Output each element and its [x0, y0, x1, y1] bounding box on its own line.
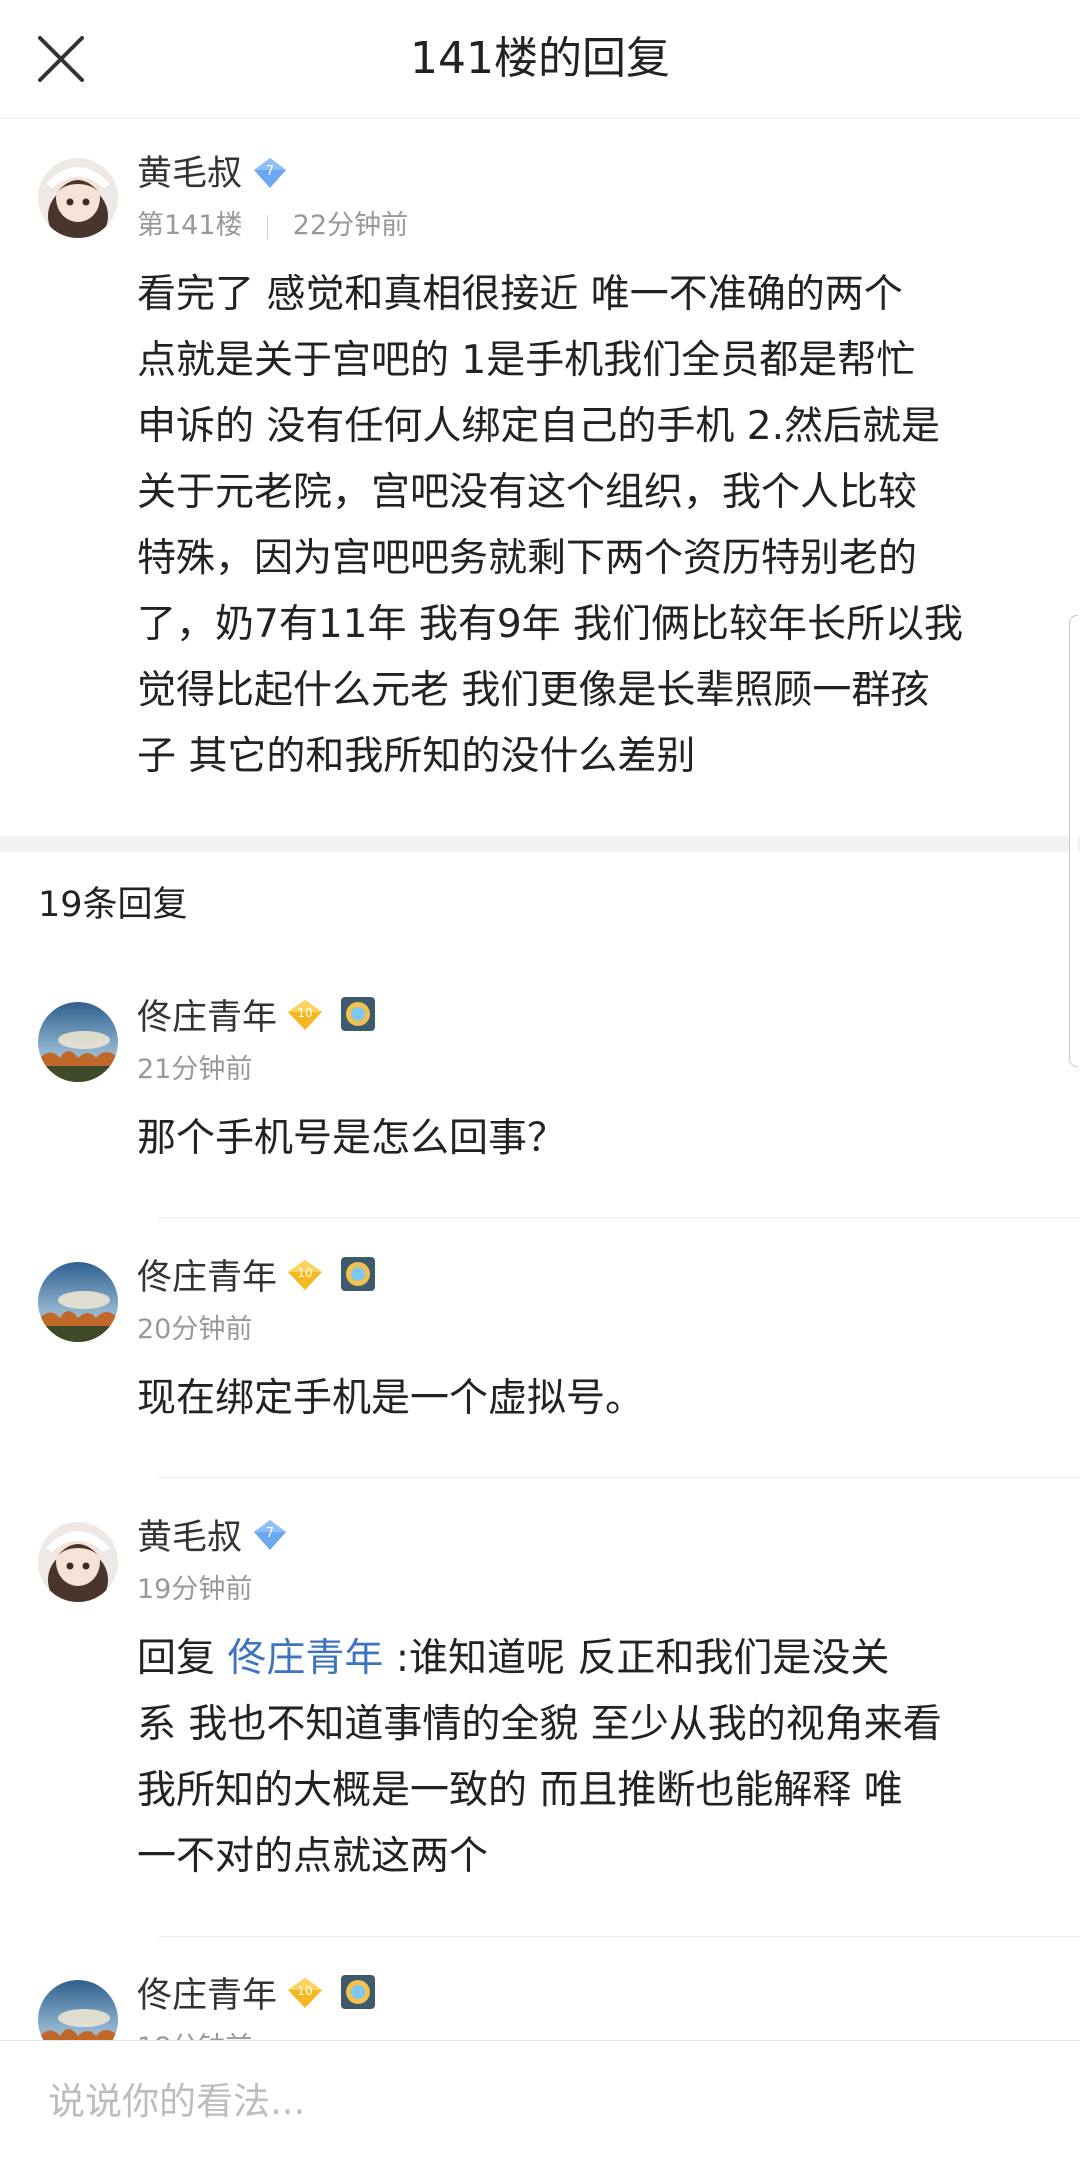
level-badge: 7 — [252, 1518, 288, 1556]
reply-separator — [158, 1217, 1080, 1218]
medal-icon — [341, 997, 375, 1031]
reply-text: 现在绑定手机是一个虚拟号。 — [137, 1376, 645, 1421]
scrollbar[interactable] — [1069, 615, 1078, 1067]
reply-time: 20分钟前 — [137, 1314, 253, 1345]
floor-number: 第141楼 — [137, 210, 243, 241]
meta-divider — [267, 214, 269, 239]
medal-badge — [340, 996, 376, 1036]
medal-icon — [341, 1257, 375, 1291]
level-badge: 7 — [252, 156, 288, 194]
avatar[interactable] — [38, 1002, 118, 1082]
medal-badge — [340, 1256, 376, 1296]
section-divider — [0, 836, 1080, 852]
diamond-level-icon: 7 — [254, 158, 286, 188]
post-line: 特殊，因为宫吧吧务就剩下两个资历特别老的 — [137, 536, 918, 581]
username[interactable]: 佟庄青年 — [137, 1256, 277, 1300]
post-line: 子 其它的和我所知的没什么差别 — [137, 734, 696, 779]
header-bar: 141楼的回复 — [0, 0, 1080, 119]
reply-text: 回复 佟庄青年 :谁知道呢 反正和我们是没关 系 我也不知道事情的全貌 至少从我… — [137, 1626, 1057, 1890]
post-line: 点就是关于宫吧的 1是手机我们全员都是帮忙 — [137, 338, 916, 383]
comment-input[interactable] — [46, 2069, 1030, 2133]
level-badge: 10 — [286, 1976, 324, 2014]
post-line: 觉得比起什么元老 我们更像是长辈照顾一群孩 — [137, 668, 930, 713]
svg-text:7: 7 — [266, 1526, 274, 1541]
reply-count: 19条回复 — [38, 885, 188, 925]
reply-line: 一不对的点就这两个 — [137, 1834, 489, 1879]
diamond-level-icon: 10 — [288, 1260, 322, 1290]
reply-text: 那个手机号是怎么回事？ — [137, 1116, 567, 1161]
comment-bar — [0, 2040, 1080, 2159]
post-content: 看完了 感觉和真相很接近 唯一不准确的两个 点就是关于宫吧的 1是手机我们全员都… — [137, 262, 1057, 790]
avatar[interactable] — [38, 1522, 118, 1602]
reply-time: 21分钟前 — [137, 1054, 253, 1085]
diamond-level-icon: 10 — [288, 1978, 322, 2008]
post-line: 申诉的 没有任何人绑定自己的手机 2.然后就是 — [137, 404, 941, 449]
reply-separator — [158, 1936, 1080, 1937]
reply-time: 19分钟前 — [137, 1574, 253, 1605]
username[interactable]: 黄毛叔 — [137, 152, 242, 196]
avatar[interactable] — [38, 1262, 118, 1342]
post-time: 22分钟前 — [292, 210, 409, 241]
reply-separator — [158, 1477, 1080, 1478]
post-meta: 第141楼 22分钟前 — [137, 208, 408, 244]
reply-first-line: :谁知道呢 反正和我们是没关 — [383, 1636, 890, 1681]
close-icon — [38, 36, 84, 82]
mention-link[interactable]: 佟庄青年 — [227, 1636, 383, 1681]
close-button[interactable] — [30, 28, 92, 90]
post-line: 看完了 感觉和真相很接近 唯一不准确的两个 — [137, 272, 903, 317]
medal-badge — [340, 1974, 376, 2014]
level-badge: 10 — [286, 998, 324, 1036]
svg-text:10: 10 — [297, 1006, 312, 1020]
reply-line: 系 我也不知道事情的全貌 至少从我的视角来看 — [137, 1702, 942, 1747]
reply-line: 回复 佟庄青年 :谁知道呢 反正和我们是没关 — [137, 1626, 1057, 1692]
username[interactable]: 佟庄青年 — [137, 996, 277, 1040]
svg-text:10: 10 — [297, 1984, 312, 1998]
diamond-level-icon: 10 — [288, 1000, 322, 1030]
post-line: 关于元老院，宫吧没有这个组织，我个人比较 — [137, 470, 918, 515]
level-badge: 10 — [286, 1258, 324, 1296]
diamond-level-icon: 7 — [254, 1520, 286, 1550]
page-title: 141楼的回复 — [410, 33, 670, 84]
medal-icon — [341, 1975, 375, 2009]
reply-line: 我所知的大概是一致的 而且推断也能解释 唯 — [137, 1768, 903, 1813]
svg-text:10: 10 — [297, 1266, 312, 1280]
username[interactable]: 黄毛叔 — [137, 1516, 242, 1560]
username[interactable]: 佟庄青年 — [137, 1974, 277, 2018]
avatar[interactable] — [38, 158, 118, 238]
svg-text:7: 7 — [266, 164, 274, 179]
post-line: 了，奶7有11年 我有9年 我们俩比较年长所以我 — [137, 602, 964, 647]
reply-prefix: 回复 — [137, 1636, 228, 1681]
